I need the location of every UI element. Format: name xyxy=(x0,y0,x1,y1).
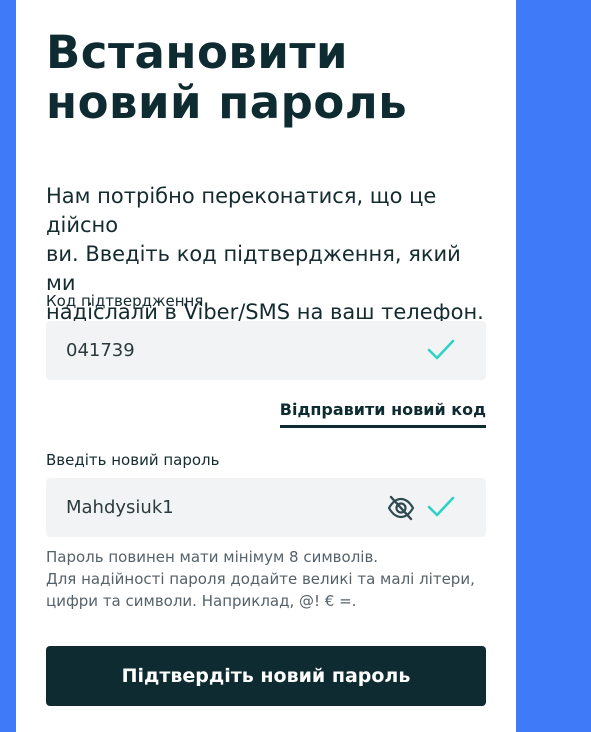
resend-code-link[interactable]: Відправити новий код xyxy=(279,400,486,428)
hint-line-3: цифри та символи. Наприклад, @! € =. xyxy=(46,592,357,610)
code-field[interactable]: 041739 xyxy=(46,321,486,380)
reset-password-card: Встановити новий пароль Нам потрібно пер… xyxy=(16,0,516,732)
page-title: Встановити новий пароль xyxy=(46,28,486,128)
title-line-1: Встановити xyxy=(46,26,349,79)
password-field-value[interactable]: Mahdysiuk1 xyxy=(66,478,174,537)
background-right-panel xyxy=(516,0,591,732)
code-field-value[interactable]: 041739 xyxy=(66,321,135,380)
title-line-2: новий пароль xyxy=(46,76,408,129)
hint-line-1: Пароль повинен мати мінімум 8 символів. xyxy=(46,548,379,566)
password-hint: Пароль повинен мати мінімум 8 символів. … xyxy=(46,546,496,612)
code-field-label: Код підтвердження xyxy=(46,292,204,310)
check-icon xyxy=(427,339,455,360)
check-icon xyxy=(427,496,455,517)
password-field-label: Введіть новий пароль xyxy=(46,451,220,469)
background-left xyxy=(0,0,16,732)
password-field[interactable]: Mahdysiuk1 xyxy=(46,478,486,537)
eye-off-icon[interactable] xyxy=(386,493,416,523)
hint-line-2: Для надійності пароля додайте великі та … xyxy=(46,570,475,588)
confirm-password-button[interactable]: Підтвердіть новий пароль xyxy=(46,646,486,706)
intro-line-2: ви. Введіть код підтвердження, який ми xyxy=(46,242,461,295)
intro-line-1: Нам потрібно переконатися, що це дійсно xyxy=(46,184,437,237)
